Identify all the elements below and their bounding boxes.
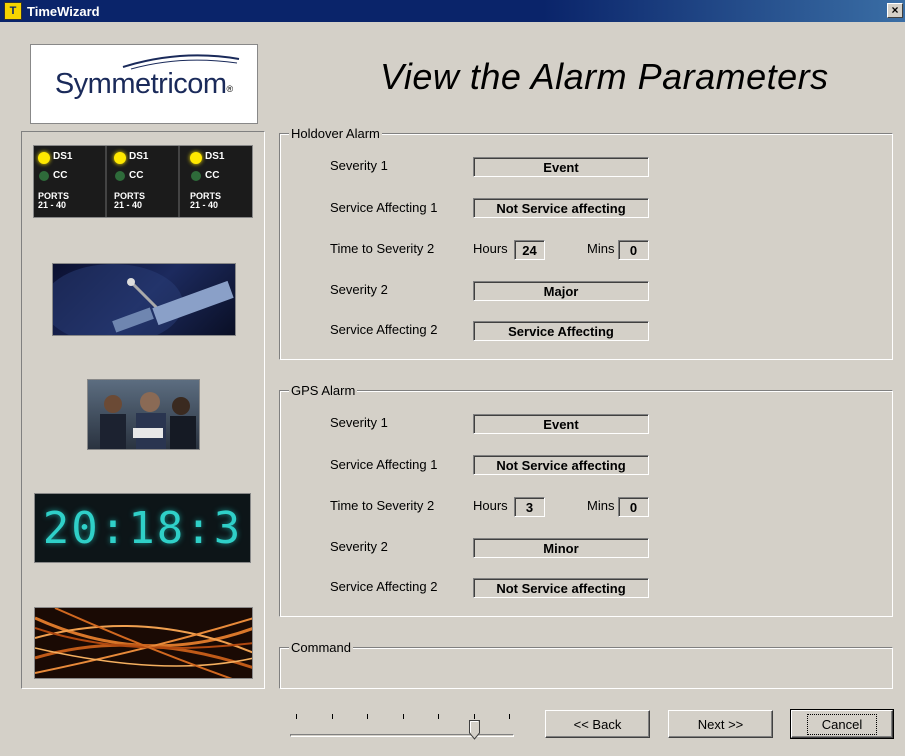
holdover-service2-value: Service Affecting — [473, 321, 649, 341]
wizard-step-tick — [331, 714, 333, 719]
logo-text: Symmetricom — [54, 67, 227, 100]
ports-label: PORTS 21 - 40 — [190, 191, 222, 210]
gps-severity2-value: Minor — [473, 538, 649, 558]
window-title: TimeWizard — [27, 3, 100, 19]
wizard-step-tick — [367, 714, 368, 719]
title-bar: T TimeWizard × — [0, 0, 905, 22]
command-group: Command — [279, 640, 893, 689]
wizard-step-tick — [296, 714, 297, 719]
ports-label: PORTS 21 - 40 — [38, 191, 70, 210]
command-legend: Command — [289, 640, 353, 655]
gps-service1-label: Service Affecting 1 — [330, 457, 438, 472]
gps-hours-label: Hours — [473, 498, 508, 513]
led-icon — [115, 171, 125, 181]
led-label: DS1 — [129, 151, 149, 162]
holdover-severity2-label: Severity 2 — [330, 282, 388, 297]
holdover-severity2-value: Major — [473, 281, 649, 301]
holdover-time-to-sev2-label: Time to Severity 2 — [330, 241, 435, 256]
gps-mins-label: Mins — [587, 498, 615, 513]
next-button[interactable]: Next >> — [668, 710, 773, 738]
holdover-mins-label: Mins — [587, 241, 615, 256]
gps-hours-value: 3 — [514, 497, 545, 517]
gps-alarm-legend: GPS Alarm — [289, 383, 358, 398]
holdover-hours-value: 24 — [514, 240, 545, 260]
led-label: CC — [205, 170, 220, 181]
gps-mins-value: 0 — [618, 497, 649, 517]
wizard-step-tick — [402, 714, 404, 719]
led-label: DS1 — [205, 151, 225, 162]
gps-severity1-label: Severity 1 — [330, 415, 388, 430]
holdover-mins-value: 0 — [618, 240, 649, 260]
led-icon — [191, 171, 201, 181]
logo-swoosh-icon — [122, 54, 240, 70]
logo-registered-mark: ® — [226, 84, 234, 94]
holdover-severity1-value: Event — [473, 157, 649, 177]
led-icon — [38, 152, 50, 164]
led-panel-image: DS1 CC PORTS 21 - 40 DS1 CC PORTS 21 - 40 … — [33, 145, 253, 218]
gps-service2-label: Service Affecting 2 — [330, 579, 438, 594]
holdover-severity1-label: Severity 1 — [330, 158, 388, 173]
wizard-step-tick — [438, 714, 439, 719]
holdover-service1-value: Not Service affecting — [473, 198, 649, 218]
gps-service1-value: Not Service affecting — [473, 455, 649, 475]
led-label: CC — [53, 170, 68, 181]
led-label: CC — [129, 170, 144, 181]
wizard-step-tick — [509, 714, 510, 719]
gps-time-to-sev2-label: Time to Severity 2 — [330, 498, 435, 513]
close-button[interactable]: × — [887, 3, 903, 18]
wizard-progress-thumb — [468, 720, 480, 740]
digital-clock-image: 20:18:3 — [34, 493, 251, 563]
symmetricom-logo: Symmetricom ® — [30, 44, 258, 124]
gps-service2-value: Not Service affecting — [473, 578, 649, 598]
led-label: DS1 — [53, 151, 73, 162]
holdover-alarm-legend: Holdover Alarm — [289, 126, 382, 141]
ports-label: PORTS 21 - 40 — [114, 191, 146, 210]
back-button[interactable]: << Back — [545, 710, 650, 738]
satellite-image — [52, 263, 236, 336]
holdover-service2-label: Service Affecting 2 — [330, 322, 438, 337]
copper-wires-image — [34, 607, 253, 679]
led-icon — [39, 171, 49, 181]
gps-severity2-label: Severity 2 — [330, 539, 388, 554]
business-meeting-image — [87, 379, 200, 450]
led-icon — [114, 152, 126, 164]
clock-digits: 20:18:3 — [42, 502, 243, 554]
holdover-hours-label: Hours — [473, 241, 508, 256]
cancel-button[interactable]: Cancel — [790, 709, 894, 739]
timewizard-app-icon: T — [4, 2, 22, 20]
gps-severity1-value: Event — [473, 414, 649, 434]
led-icon — [190, 152, 202, 164]
page-title: View the Alarm Parameters — [380, 56, 829, 97]
wizard-progress-track — [290, 734, 514, 737]
wizard-step-tick — [473, 714, 475, 719]
holdover-service1-label: Service Affecting 1 — [330, 200, 438, 215]
cancel-button-label: Cancel — [806, 713, 878, 735]
